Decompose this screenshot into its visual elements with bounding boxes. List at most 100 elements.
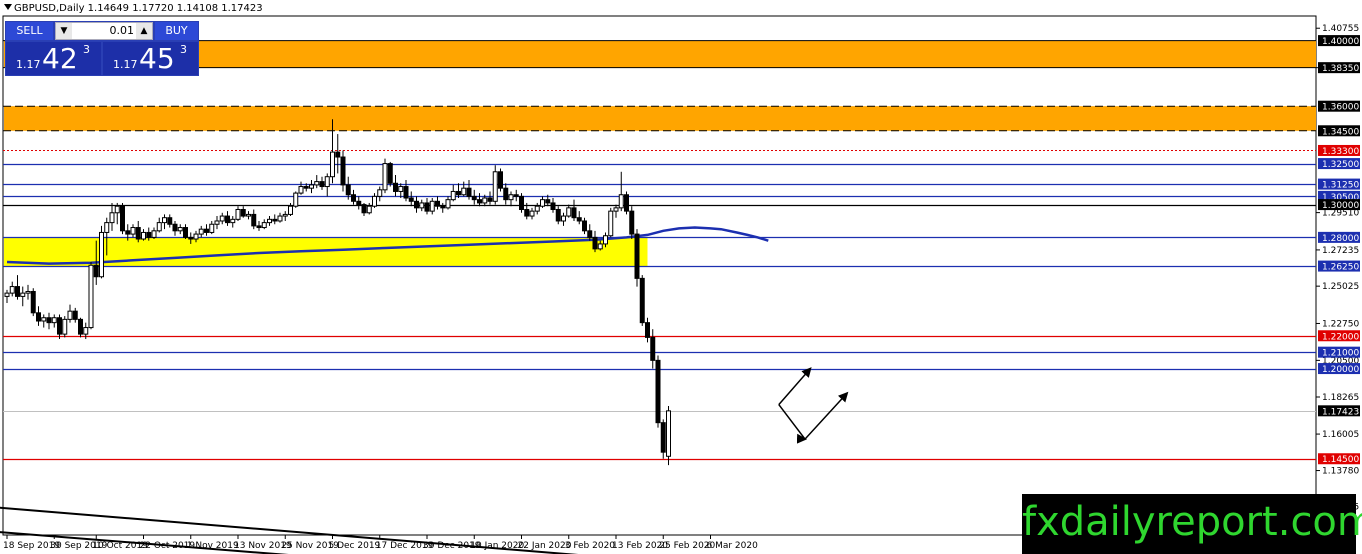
candle-69-body [366,205,372,214]
candle-38-body [204,228,209,233]
candle-27-body [146,231,152,238]
candle-13-body [72,310,78,320]
lot-size-field[interactable]: ▼ 0.01 ▲ [55,22,153,40]
y-tick-label-3: 1.27235 [1322,246,1359,256]
candle-55-body [293,192,299,207]
candle-61-body [324,176,330,188]
candle-44-body [235,208,241,220]
lot-decrease-icon[interactable]: ▼ [56,23,72,39]
x-tick-label-11: 22 Jan 2020 [518,541,572,551]
candle-82-body [435,200,440,207]
candle-43-body [230,218,236,224]
candle-118-body [624,194,629,212]
candle-32-body [172,223,178,232]
candle-3-body [20,292,26,297]
zone-price-label-1: 1.38350 [1322,64,1359,74]
lot-size-value[interactable]: 0.01 [74,23,135,39]
candle-35-body [188,236,194,240]
sell-price-fraction: 3 [83,43,90,56]
candle-0-body [4,292,10,297]
candle-53-body [282,213,288,217]
level-price-label-4: 1.30000 [1322,201,1359,211]
candle-39-body [209,223,215,233]
candle-95-body [503,187,509,201]
sell-price-quote[interactable]: 1.17 42 3 [6,42,101,75]
candle-22-body [120,205,125,232]
candle-108-body [571,207,577,219]
candle-1-body [9,286,15,294]
x-tick-label-4: 1 Nov 2019 [187,541,239,551]
candle-29-body [156,222,162,232]
y-tick-label-4: 1.25025 [1322,282,1359,292]
candle-93-body [492,171,498,202]
candle-76-body [403,186,409,199]
buy-price-quote[interactable]: 1.17 45 3 [103,42,198,75]
candle-90-body [477,199,482,204]
candle-33-body [177,227,183,232]
candle-77-body [408,197,414,202]
candle-56-body [298,186,304,194]
candle-26-body [141,231,146,240]
plot-frame [2,15,1317,536]
candle-10-body [57,317,62,335]
candle-97-body [513,194,519,197]
level-price-label-9: 1.20000 [1322,365,1359,375]
candle-122-body [645,322,650,338]
candle-120-body [634,233,640,279]
y-tick-label-9: 1.13780 [1322,467,1359,477]
candle-37-body [198,228,204,235]
candle-104-body [550,202,556,210]
candle-67-body [356,200,362,206]
zone-price-label-0: 1.40000 [1322,37,1359,47]
chart-window: 1.407551.383501.295101.272351.250251.227… [0,0,1362,554]
sell-button[interactable]: SELL [6,22,53,40]
candle-16-body [88,264,94,329]
candle-57-body [303,186,309,189]
y-tick-label-0: 1.40755 [1322,24,1359,34]
candle-54-body [288,205,293,215]
zone-price-label-3: 1.34500 [1322,127,1359,137]
candle-20-body [109,212,115,224]
candle-105-body [555,208,561,222]
candle-110-body [582,220,587,232]
lot-increase-icon[interactable]: ▲ [136,23,152,39]
level-price-label-1: 1.32500 [1322,160,1359,170]
candle-92-body [487,197,493,202]
candle-119-body [629,210,635,235]
candle-18-body [99,231,104,278]
candle-51-body [272,218,278,222]
candle-60-body [319,181,325,188]
zone-0 [4,40,1316,68]
candle-63-body [335,151,341,158]
candle-106-body [561,215,566,222]
candle-64-body [340,156,346,186]
candle-87-body [461,187,467,196]
candle-80-body [424,202,430,212]
buy-button[interactable]: BUY [155,22,198,40]
candle-40-body [214,220,220,225]
candle-116-body [613,207,619,212]
price-chart[interactable]: 1.407551.383501.295101.272351.250251.227… [0,0,1362,554]
candle-30-body [162,217,167,224]
candle-103-body [545,199,551,204]
candle-88-body [466,187,472,197]
buy-price-pips: 45 [139,42,175,75]
level-price-label-2: 1.31250 [1322,181,1359,191]
symbol-menu-arrow-icon[interactable] [4,4,12,10]
candle-58-body [309,184,314,189]
candle-5-body [30,290,36,314]
candle-79-body [419,202,425,209]
candle-21-body [114,205,120,214]
candle-2-body [15,286,20,297]
candle-114-body [603,235,608,245]
y-tick-label-7: 1.18265 [1322,393,1359,403]
candle-112-body [592,236,598,250]
candle-23-body [125,230,131,235]
candle-126-body [666,410,671,457]
candle-25-body [135,227,141,240]
candle-46-body [246,213,251,217]
candle-47-body [251,213,257,227]
candle-72-body [382,163,388,191]
candle-36-body [193,233,199,240]
buy-price-fraction: 3 [180,43,187,56]
